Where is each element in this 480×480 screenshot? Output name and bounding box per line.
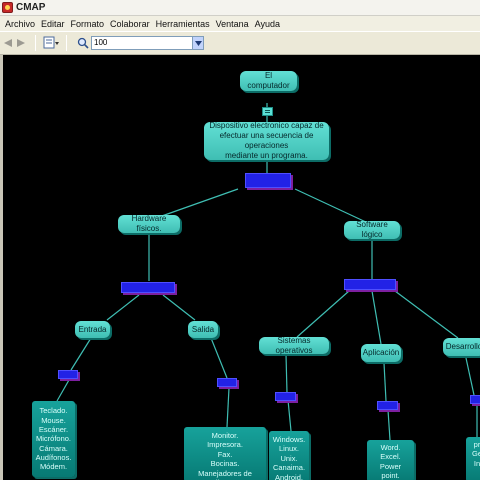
toolbar: 100 — [0, 31, 480, 55]
concept-desarrollo[interactable]: Desarrollo — [443, 338, 480, 356]
concept-hardware[interactable]: Hardware físicos. — [118, 214, 180, 233]
linking-phrase-entrada[interactable] — [58, 370, 78, 379]
cmap-app-icon — [2, 2, 13, 13]
concept-entrada-devices[interactable]: Teclado. Mouse. Escáner. Micrófono. Cáma… — [32, 401, 75, 477]
document-view-icon — [43, 36, 59, 49]
concept-aplicacion-list[interactable]: Word. Excel. Power point. Photoshop. — [367, 440, 414, 480]
linking-phrase-desarrollo[interactable] — [470, 395, 480, 404]
title-bar: CMAP — [0, 0, 480, 16]
linking-phrase-software[interactable] — [344, 279, 396, 290]
menu-archivo[interactable]: Archivo — [2, 19, 38, 29]
menu-bar: Archivo Editar Formato Colaborar Herrami… — [0, 16, 480, 31]
zoom-level-value: 100 — [94, 38, 108, 47]
magnifier-icon — [77, 37, 89, 49]
view-mode-button[interactable] — [42, 35, 60, 51]
linking-phrase-aplicacion[interactable] — [377, 401, 398, 410]
concept-root[interactable]: El computador — [240, 71, 297, 91]
concept-sistemas-operativos[interactable]: Sistemas operativos — [259, 336, 329, 355]
concept-aplicacion[interactable]: Aplicación — [361, 344, 401, 362]
resource-icon[interactable] — [262, 107, 273, 116]
menu-colaborar[interactable]: Colaborar — [107, 19, 153, 29]
linking-phrase-hardware[interactable] — [121, 282, 175, 293]
linking-phrase-main[interactable] — [245, 173, 291, 188]
concept-definition[interactable]: Dispositivo electronico capaz de efectua… — [204, 121, 329, 160]
chevron-down-icon[interactable] — [192, 37, 203, 49]
back-arrow-icon[interactable] — [3, 38, 13, 48]
zoom-level-select[interactable]: 100 — [91, 36, 204, 50]
linking-phrase-salida[interactable] — [217, 378, 237, 387]
forward-arrow-icon[interactable] — [16, 38, 26, 48]
toolbar-separator — [35, 35, 36, 51]
menu-formato[interactable]: Formato — [68, 19, 108, 29]
concept-entrada[interactable]: Entrada — [75, 321, 110, 338]
concept-desarrollo-list[interactable]: pr Ge In — [466, 437, 480, 480]
menu-editar[interactable]: Editar — [38, 19, 68, 29]
linking-phrase-sistemas[interactable] — [275, 392, 296, 401]
menu-ayuda[interactable]: Ayuda — [252, 19, 283, 29]
concept-sistemas-list[interactable]: Windows. Linux. Unix. Canaima. Android. — [269, 431, 309, 480]
zoom-control: 100 — [77, 36, 204, 50]
menu-ventana[interactable]: Ventana — [213, 19, 252, 29]
concept-salida[interactable]: Salida — [188, 321, 218, 338]
toolbar-separator — [66, 35, 67, 51]
concept-software[interactable]: Software lógico — [344, 220, 400, 239]
window-title: CMAP — [16, 2, 46, 13]
menu-herramientas[interactable]: Herramientas — [153, 19, 213, 29]
concept-map-canvas[interactable]: El computador Dispositivo electronico ca… — [0, 55, 480, 480]
concept-salida-devices[interactable]: Monitor. Impresora. Fax. Bocinas. Maneja… — [184, 427, 266, 480]
